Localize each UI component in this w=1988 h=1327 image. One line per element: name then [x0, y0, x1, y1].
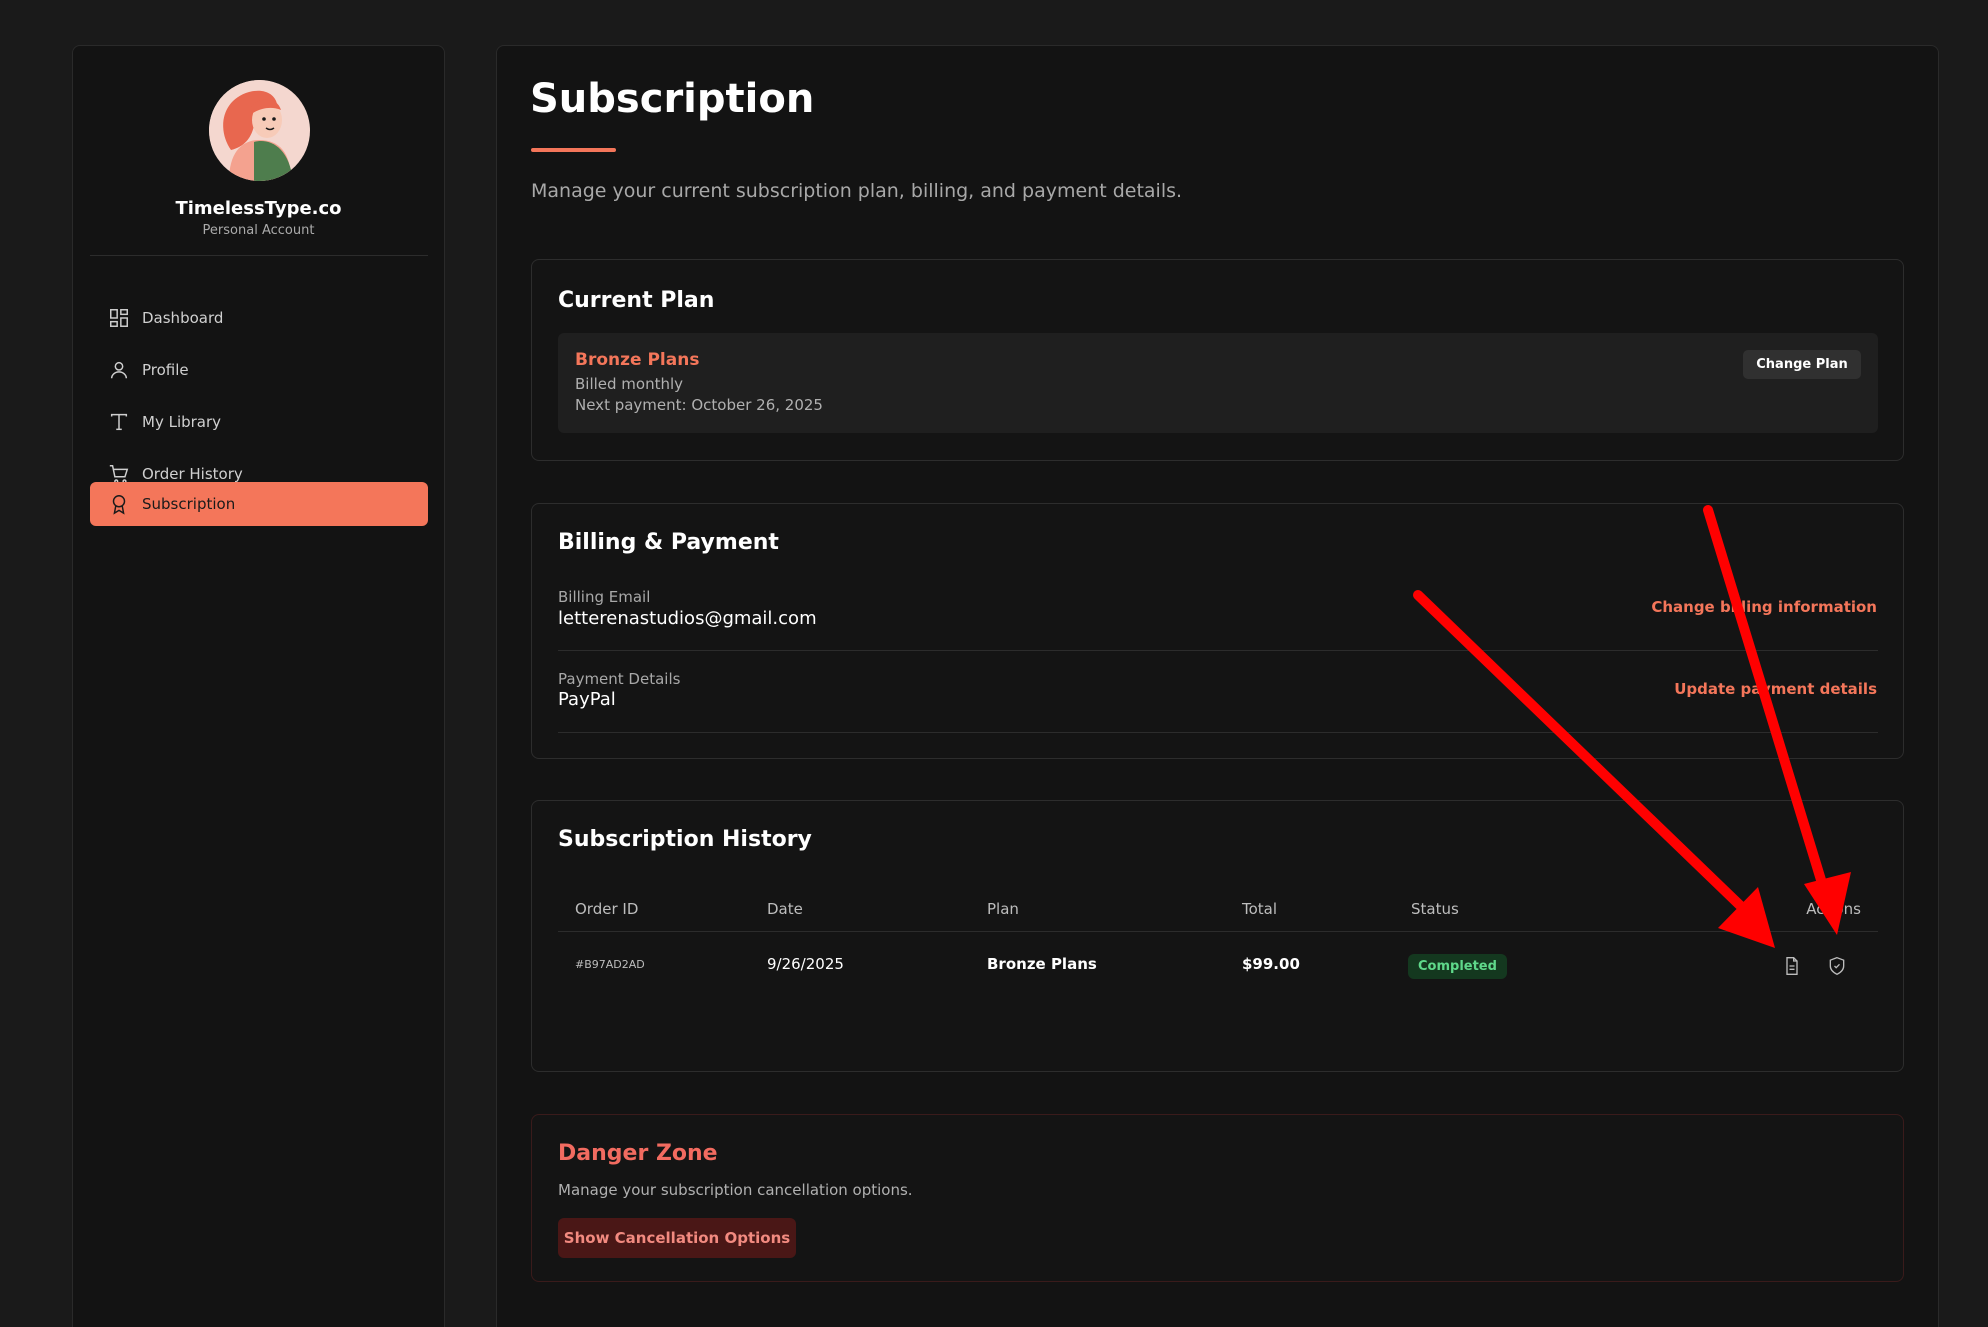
plan-box: Bronze Plans Billed monthly Next payment…	[558, 333, 1878, 433]
next-payment: Next payment: October 26, 2025	[575, 396, 823, 414]
sidebar-item-subscription[interactable]: Subscription	[90, 482, 428, 526]
page-title: Subscription	[530, 76, 815, 122]
column-header-order-id: Order ID	[575, 900, 639, 918]
order-total: $99.00	[1242, 955, 1300, 973]
sidebar-item-label: Dashboard	[142, 309, 224, 327]
dashboard-icon	[110, 309, 128, 327]
user-icon	[110, 361, 128, 379]
card-title: Subscription History	[558, 827, 812, 852]
billing-email-value: letterenastudios@gmail.com	[558, 608, 817, 629]
column-header-actions: Actions	[1806, 900, 1861, 918]
billing-cycle: Billed monthly	[575, 375, 684, 393]
sidebar-item-label: Subscription	[142, 495, 236, 513]
invoice-icon[interactable]	[1782, 956, 1802, 976]
payment-details-label: Payment Details	[558, 670, 681, 688]
plan-name: Bronze Plans	[575, 350, 700, 370]
payment-details-value: PayPal	[558, 689, 616, 710]
avatar	[209, 80, 310, 181]
divider	[558, 931, 1878, 932]
status-badge: Completed	[1408, 954, 1507, 979]
sidebar-item-dashboard[interactable]: Dashboard	[90, 296, 428, 340]
divider	[558, 732, 1878, 733]
title-underline	[531, 148, 616, 152]
award-icon	[112, 495, 126, 515]
divider	[90, 255, 428, 256]
type-icon	[110, 413, 128, 431]
order-plan: Bronze Plans	[987, 955, 1097, 973]
brand-name: TimelessType.co	[175, 198, 342, 219]
subscription-history-card: Subscription History Order ID Date Plan …	[531, 800, 1904, 1072]
shield-check-icon[interactable]	[1827, 956, 1847, 976]
page-subtitle: Manage your current subscription plan, b…	[531, 180, 1183, 202]
change-plan-button[interactable]: Change Plan	[1743, 350, 1861, 379]
danger-zone-subtitle: Manage your subscription cancellation op…	[558, 1181, 913, 1199]
main-content: Subscription Manage your current subscri…	[496, 45, 1939, 1327]
sidebar-item-profile[interactable]: Profile	[90, 348, 428, 392]
danger-zone-title: Danger Zone	[558, 1141, 718, 1166]
column-header-date: Date	[767, 900, 803, 918]
column-header-plan: Plan	[987, 900, 1019, 918]
sidebar-item-label: Profile	[142, 361, 189, 379]
danger-zone-card: Danger Zone Manage your subscription can…	[531, 1114, 1904, 1282]
card-title: Billing & Payment	[558, 530, 779, 555]
current-plan-card: Current Plan Bronze Plans Billed monthly…	[531, 259, 1904, 461]
column-header-total: Total	[1242, 900, 1278, 918]
divider	[558, 650, 1878, 651]
billing-card: Billing & Payment Billing Email letteren…	[531, 503, 1904, 759]
sidebar-item-label: My Library	[142, 413, 222, 431]
show-cancellation-button[interactable]: Show Cancellation Options	[558, 1218, 796, 1258]
update-payment-link[interactable]: Update payment details	[1674, 680, 1877, 698]
sidebar-item-my-library[interactable]: My Library	[90, 400, 428, 444]
avatar-illustration	[209, 80, 309, 181]
change-billing-link[interactable]: Change billing information	[1651, 598, 1877, 616]
card-title: Current Plan	[558, 288, 715, 313]
order-date: 9/26/2025	[767, 955, 844, 973]
account-type: Personal Account	[202, 223, 315, 238]
column-header-status: Status	[1411, 900, 1459, 918]
order-id: #B97AD2AD	[575, 958, 645, 971]
sidebar-item-label: Order History	[142, 465, 243, 483]
sidebar: TimelessType.co Personal Account Dashboa…	[72, 45, 445, 1327]
billing-email-label: Billing Email	[558, 588, 651, 606]
